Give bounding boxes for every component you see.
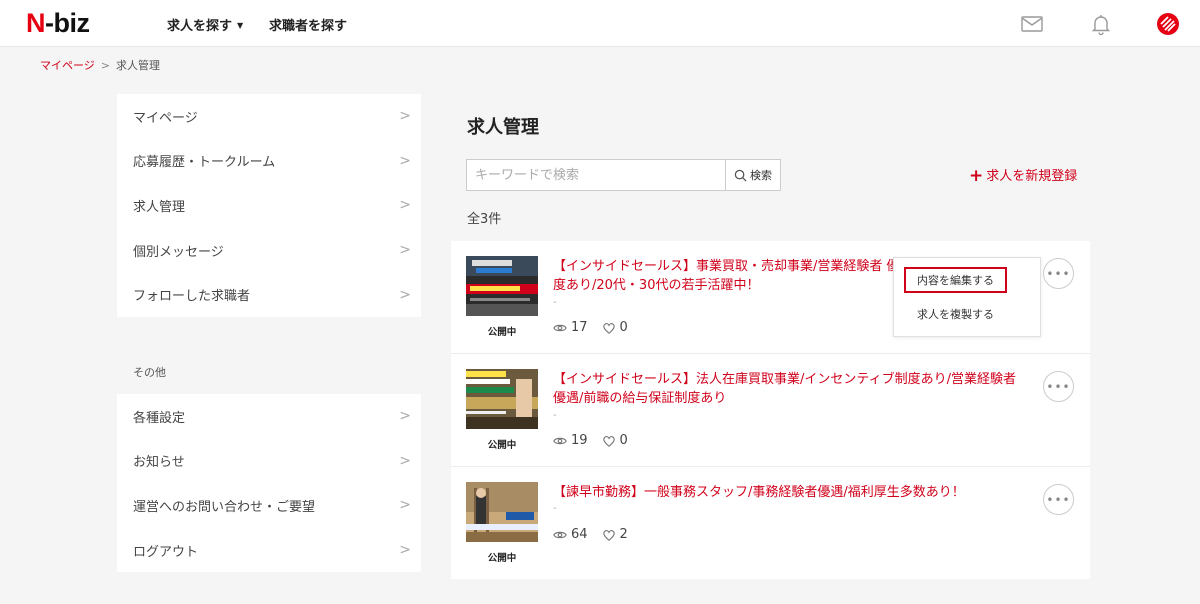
job-title-link[interactable]: 【諫早市勤務】一般事務スタッフ/事務経験者優遇/福利厚生多数あり！ (553, 483, 1023, 502)
chevron-right-icon: > (399, 108, 411, 125)
heart-icon (602, 322, 615, 334)
job-card: 公開中 【諫早市勤務】一般事務スタッフ/事務経験者優遇/福利厚生多数あり！ - … (451, 467, 1090, 579)
search-icon (734, 169, 747, 182)
plus-icon: + (969, 166, 984, 186)
chevron-right-icon: > (399, 542, 411, 559)
duplicate-job-menu-item[interactable]: 求人を複製する (904, 306, 1007, 322)
sidebar-item-messages[interactable]: 個別メッセージ > (117, 228, 421, 273)
breadcrumb-current: 求人管理 (116, 59, 160, 72)
chevron-right-icon: > (399, 286, 411, 303)
search-button[interactable]: 検索 (725, 160, 780, 190)
sidebar-item-job-management[interactable]: 求人管理 > (117, 183, 421, 228)
top-header: N-biz 求人を探す ▼ 求職者を探す (0, 0, 1200, 47)
breadcrumb-mypage-link[interactable]: マイページ (40, 59, 95, 72)
chevron-right-icon: > (399, 197, 411, 214)
new-job-button[interactable]: + 求人を新規登録 (969, 165, 1077, 186)
more-options-button[interactable]: ••• (1043, 371, 1074, 402)
heart-icon (602, 529, 615, 541)
search-bar: 検索 (466, 159, 781, 191)
sidebar-item-mypage[interactable]: マイページ > (117, 94, 421, 139)
chevron-right-icon: > (399, 152, 411, 169)
ellipsis-icon: ••• (1046, 492, 1071, 507)
sidebar-item-logout[interactable]: ログアウト > (117, 528, 421, 573)
status-badge: 公開中 (487, 553, 517, 564)
job-stats: 64 2 (553, 527, 642, 542)
ellipsis-icon: ••• (1046, 379, 1071, 394)
job-subtitle: - (553, 410, 557, 421)
ellipsis-icon: ••• (1046, 266, 1071, 281)
job-subtitle: - (553, 297, 557, 308)
total-count: 全3件 (467, 212, 502, 227)
sidebar-item-applications[interactable]: 応募履歴・トークルーム > (117, 139, 421, 184)
job-options-dropdown: 内容を編集する 求人を複製する (893, 257, 1041, 337)
breadcrumb: マイページ > 求人管理 (40, 57, 160, 73)
mail-icon[interactable] (1020, 12, 1044, 36)
company-avatar-icon[interactable] (1156, 12, 1180, 36)
job-thumbnail[interactable] (466, 369, 538, 429)
nav-search-seekers[interactable]: 求職者を探す (269, 15, 347, 34)
sidebar-item-notices[interactable]: お知らせ > (117, 439, 421, 484)
job-thumbnail[interactable] (466, 256, 538, 316)
sidebar-section-other: その他 (133, 366, 166, 379)
status-badge: 公開中 (487, 440, 517, 451)
sidebar-main-menu: マイページ > 応募履歴・トークルーム > 求人管理 > 個別メッセージ > フォローし… (117, 94, 421, 317)
job-stats: 19 0 (553, 433, 642, 448)
status-badge: 公開中 (487, 327, 517, 338)
chevron-right-icon: > (100, 59, 110, 72)
n-biz-logo[interactable]: N-biz (26, 7, 90, 39)
job-stats: 17 0 (553, 320, 642, 335)
chevron-right-icon: > (399, 242, 411, 259)
heart-icon (602, 435, 615, 447)
job-card: 公開中 【インサイドセールス】法人在庫買取事業/インセンティブ制度あり/営業経験… (451, 354, 1090, 467)
sidebar-other-menu: 各種設定 > お知らせ > 運営へのお問い合わせ・ご要望 > ログアウト > (117, 394, 421, 573)
sidebar-item-settings[interactable]: 各種設定 > (117, 394, 421, 439)
job-title-link[interactable]: 【インサイドセールス】法人在庫買取事業/インセンティブ制度あり/営業経験者優遇/… (553, 370, 1023, 408)
page-title: 求人管理 (467, 117, 539, 138)
job-thumbnail[interactable] (466, 482, 538, 542)
chevron-right-icon: > (399, 452, 411, 469)
bell-icon[interactable] (1089, 12, 1113, 36)
job-subtitle: - (553, 503, 557, 514)
edit-job-menu-item[interactable]: 内容を編集する (904, 267, 1007, 293)
eye-icon (553, 437, 567, 444)
nav-search-jobs[interactable]: 求人を探す ▼ (167, 15, 243, 34)
chevron-right-icon: > (399, 408, 411, 425)
sidebar-item-followed-seekers[interactable]: フォローした求職者 > (117, 272, 421, 317)
search-input[interactable] (467, 160, 725, 190)
caret-down-icon: ▼ (237, 21, 244, 30)
chevron-right-icon: > (399, 497, 411, 514)
more-options-button[interactable]: ••• (1043, 484, 1074, 515)
sidebar-item-contact[interactable]: 運営へのお問い合わせ・ご要望 > (117, 483, 421, 528)
more-options-button[interactable]: ••• (1043, 258, 1074, 289)
eye-icon (553, 324, 567, 331)
eye-icon (553, 531, 567, 538)
